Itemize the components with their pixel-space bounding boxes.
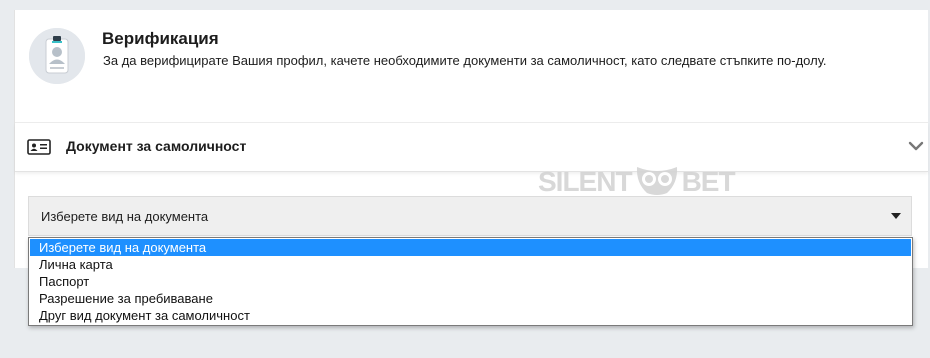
- verification-header: Верификация За да верифицирате Вашия про…: [15, 10, 928, 123]
- document-type-options: Изберете вид на документа Лична карта Па…: [28, 237, 913, 326]
- option-passport[interactable]: Паспорт: [30, 273, 911, 290]
- chevron-down-icon[interactable]: [908, 139, 924, 157]
- document-type-select[interactable]: Изберете вид на документа: [28, 196, 912, 236]
- verification-title: Верификация: [102, 29, 219, 48]
- dropdown-arrow-icon: [891, 213, 901, 219]
- identity-document-section[interactable]: Документ за самоличност: [15, 123, 928, 172]
- option-residence-permit[interactable]: Разрешение за пребиваване: [30, 290, 911, 307]
- verification-description: За да верифицирате Вашия профил, качете …: [103, 53, 827, 68]
- option-id-card[interactable]: Лична карта: [30, 256, 911, 273]
- watermark-text-left: SILENT: [538, 165, 633, 197]
- id-badge-icon: [29, 28, 85, 84]
- id-card-icon: [27, 139, 51, 160]
- option-select-document-type[interactable]: Изберете вид на документа: [30, 239, 911, 256]
- watermark-text-right: BET: [681, 165, 736, 197]
- page: Верификация За да верифицирате Вашия про…: [0, 0, 930, 358]
- select-current-value: Изберете вид на документа: [41, 209, 209, 224]
- section-title: Документ за самоличност: [66, 138, 247, 154]
- option-other-identity-document[interactable]: Друг вид документ за самоличност: [30, 307, 911, 324]
